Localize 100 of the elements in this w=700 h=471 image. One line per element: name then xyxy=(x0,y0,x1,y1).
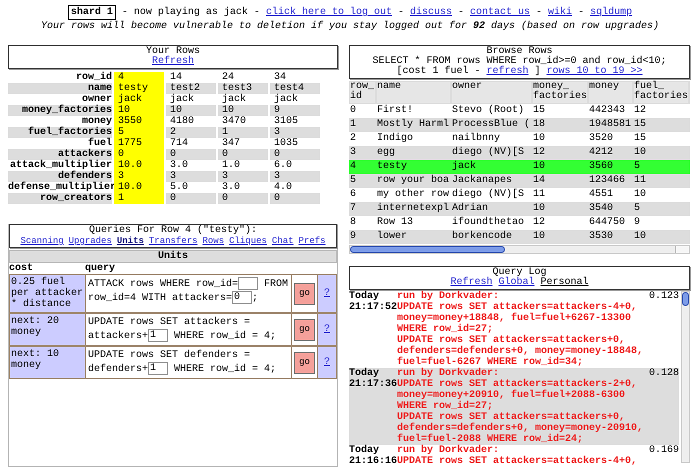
query-tab[interactable]: Upgrades xyxy=(68,236,112,246)
field-value: 4180 xyxy=(169,116,196,127)
field-value: jack xyxy=(169,94,196,105)
query-input[interactable]: 1 xyxy=(148,362,168,376)
field-label: fuel xyxy=(88,138,112,149)
log-query-line: defenders=defenders+0, money=money-20910, xyxy=(397,423,644,434)
query-tab[interactable]: Rows xyxy=(202,236,224,246)
table-cell-text: 123466 xyxy=(589,175,626,187)
field-value: 714 xyxy=(169,138,190,149)
header-text: - xyxy=(536,6,542,19)
log-query-line: UPDATE rows SET attackers=attackers+0, xyxy=(397,335,626,346)
browse-query: SELECT * FROM rows WHERE row_id>=0 and row_id<10; xyxy=(372,57,667,67)
field-value: 3.0 xyxy=(221,182,242,193)
table-cell-text: borkencode xyxy=(452,231,514,243)
shard-badge: shard 1 xyxy=(68,5,116,20)
field-value: 10 xyxy=(114,105,164,116)
header-text: - now playing as jack - xyxy=(122,6,260,19)
header-link[interactable]: contact us xyxy=(470,6,530,19)
log-tab[interactable]: Personal xyxy=(540,278,589,288)
table-cell-text: 10 xyxy=(533,161,546,173)
refresh-link[interactable]: Refresh xyxy=(152,57,194,67)
table-row[interactable]: 8 Row 13 ifoundthetao 12 644750 9 xyxy=(349,216,690,230)
query-input[interactable] xyxy=(238,277,258,290)
field-value: 3550 xyxy=(114,116,164,127)
field-label: defense_multiplier xyxy=(8,182,112,193)
field-value: 1 xyxy=(114,193,164,204)
browse-link[interactable]: refresh xyxy=(486,67,528,77)
log-query-line: UPDATE rows SET attackers=attackers-4+0, xyxy=(397,302,638,313)
field-value: 14 xyxy=(169,72,184,83)
table-cell-text: 15 xyxy=(533,105,546,117)
table-cell-text: 12 xyxy=(634,105,648,117)
field-value: 347 xyxy=(221,138,242,149)
go-button[interactable]: go xyxy=(294,318,315,341)
field-value: 0 xyxy=(114,149,164,160)
log-author: run by Dorkvader: xyxy=(397,445,500,456)
go-button[interactable]: go xyxy=(294,352,315,374)
table-cell-text: ifoundthetao xyxy=(452,217,526,229)
field-value: testy xyxy=(114,83,164,94)
table-cell-text: 3560 xyxy=(589,161,614,173)
table-cell-text: 4 xyxy=(350,161,358,173)
table-row[interactable]: 4 testy jack 10 3560 5 xyxy=(349,160,690,174)
logout-warning: Your rows will become vulnerable to deletion if you stay logged out for 92 days (based on row upgrades) xyxy=(40,20,660,33)
query-text: ; xyxy=(252,293,258,304)
query-tab[interactable]: Cliques xyxy=(229,236,267,246)
query-input[interactable]: 1 xyxy=(148,329,168,342)
table-cell-text: testy xyxy=(377,161,408,173)
log-query-line: money=money+18848, fuel=fuel+6267-13300 xyxy=(397,313,632,324)
panel-title: Browse Rows xyxy=(486,47,552,57)
field-value: test3 xyxy=(218,83,268,94)
field-value: 3 xyxy=(218,171,268,182)
field-value: 0 xyxy=(166,149,216,160)
panel-title: Queries For Row 4 ("testy"): xyxy=(88,226,258,236)
field-value: jack xyxy=(221,94,248,105)
query-tab[interactable]: Scanning xyxy=(20,236,64,246)
column-header: row_id xyxy=(350,82,375,103)
table-cell-text: First! xyxy=(377,105,414,117)
table-row[interactable]: 6 my other row diego (NV)[S 11 4551 10 xyxy=(349,188,690,202)
table-cell-text: nailbnny xyxy=(452,133,502,145)
log-query-line: fuel=fuel-6267 WHERE row_id=34; xyxy=(397,357,584,368)
table-row[interactable]: 2 Indigo nailbnny 10 3520 15 xyxy=(349,132,690,146)
table-cell-text: 6 xyxy=(350,189,358,201)
log-time: 21:17:36 xyxy=(349,379,397,390)
log-day: Today xyxy=(349,368,397,379)
field-value: 0 xyxy=(270,193,320,204)
table-cell-text: Jackanapes xyxy=(452,175,514,187)
field-value: 1035 xyxy=(273,138,300,149)
field-value: 10.0 xyxy=(114,182,164,193)
query-input[interactable]: 0 xyxy=(232,291,252,304)
query-tab[interactable]: Transfers xyxy=(148,236,198,246)
field-value: 1 xyxy=(218,127,268,138)
query-tab[interactable]: Chat xyxy=(272,236,294,246)
log-tab[interactable]: Global xyxy=(498,278,534,288)
table-cell-text: 3 xyxy=(350,147,358,159)
header-link[interactable]: wiki xyxy=(548,6,572,19)
horizontal-scrollbar[interactable] xyxy=(349,245,690,254)
help-link[interactable]: ? xyxy=(324,357,330,368)
vertical-scrollbar[interactable] xyxy=(681,291,690,463)
table-cell-text: 5 xyxy=(350,175,358,187)
query-text: WHERE row_id = 4; xyxy=(173,331,276,342)
browse-link[interactable]: rows 10 to 19 >> xyxy=(546,67,643,77)
go-button[interactable]: go xyxy=(294,282,315,304)
query-tab[interactable]: Prefs xyxy=(298,236,326,246)
table-cell-text: 644750 xyxy=(589,217,626,229)
field-label: attack_multiplier xyxy=(8,160,112,171)
query-tab[interactable]: Units xyxy=(116,236,144,246)
log-day: Today xyxy=(349,291,397,302)
table-row[interactable]: 0 First! Stevo (Root) 15 442343 12 xyxy=(349,104,690,118)
header-link[interactable]: sqldump xyxy=(590,6,632,19)
log-tab[interactable]: Refresh xyxy=(450,278,492,288)
table-cell-text: diego (NV)[S xyxy=(452,189,526,201)
header-link[interactable]: click here to log out xyxy=(266,6,392,19)
header-link[interactable]: discuss xyxy=(410,6,452,19)
table-cell-text: 5 xyxy=(634,203,642,215)
table-cell-text: egg xyxy=(377,147,396,159)
log-query-line: UPDATE rows SET attackers=attackers-4+0, xyxy=(397,456,638,467)
help-link[interactable]: ? xyxy=(324,288,330,299)
help-link[interactable]: ? xyxy=(324,324,330,336)
table-cell: my other row xyxy=(377,189,450,201)
field-value: test2 xyxy=(166,83,216,94)
table-cell-text: 14 xyxy=(533,175,546,187)
